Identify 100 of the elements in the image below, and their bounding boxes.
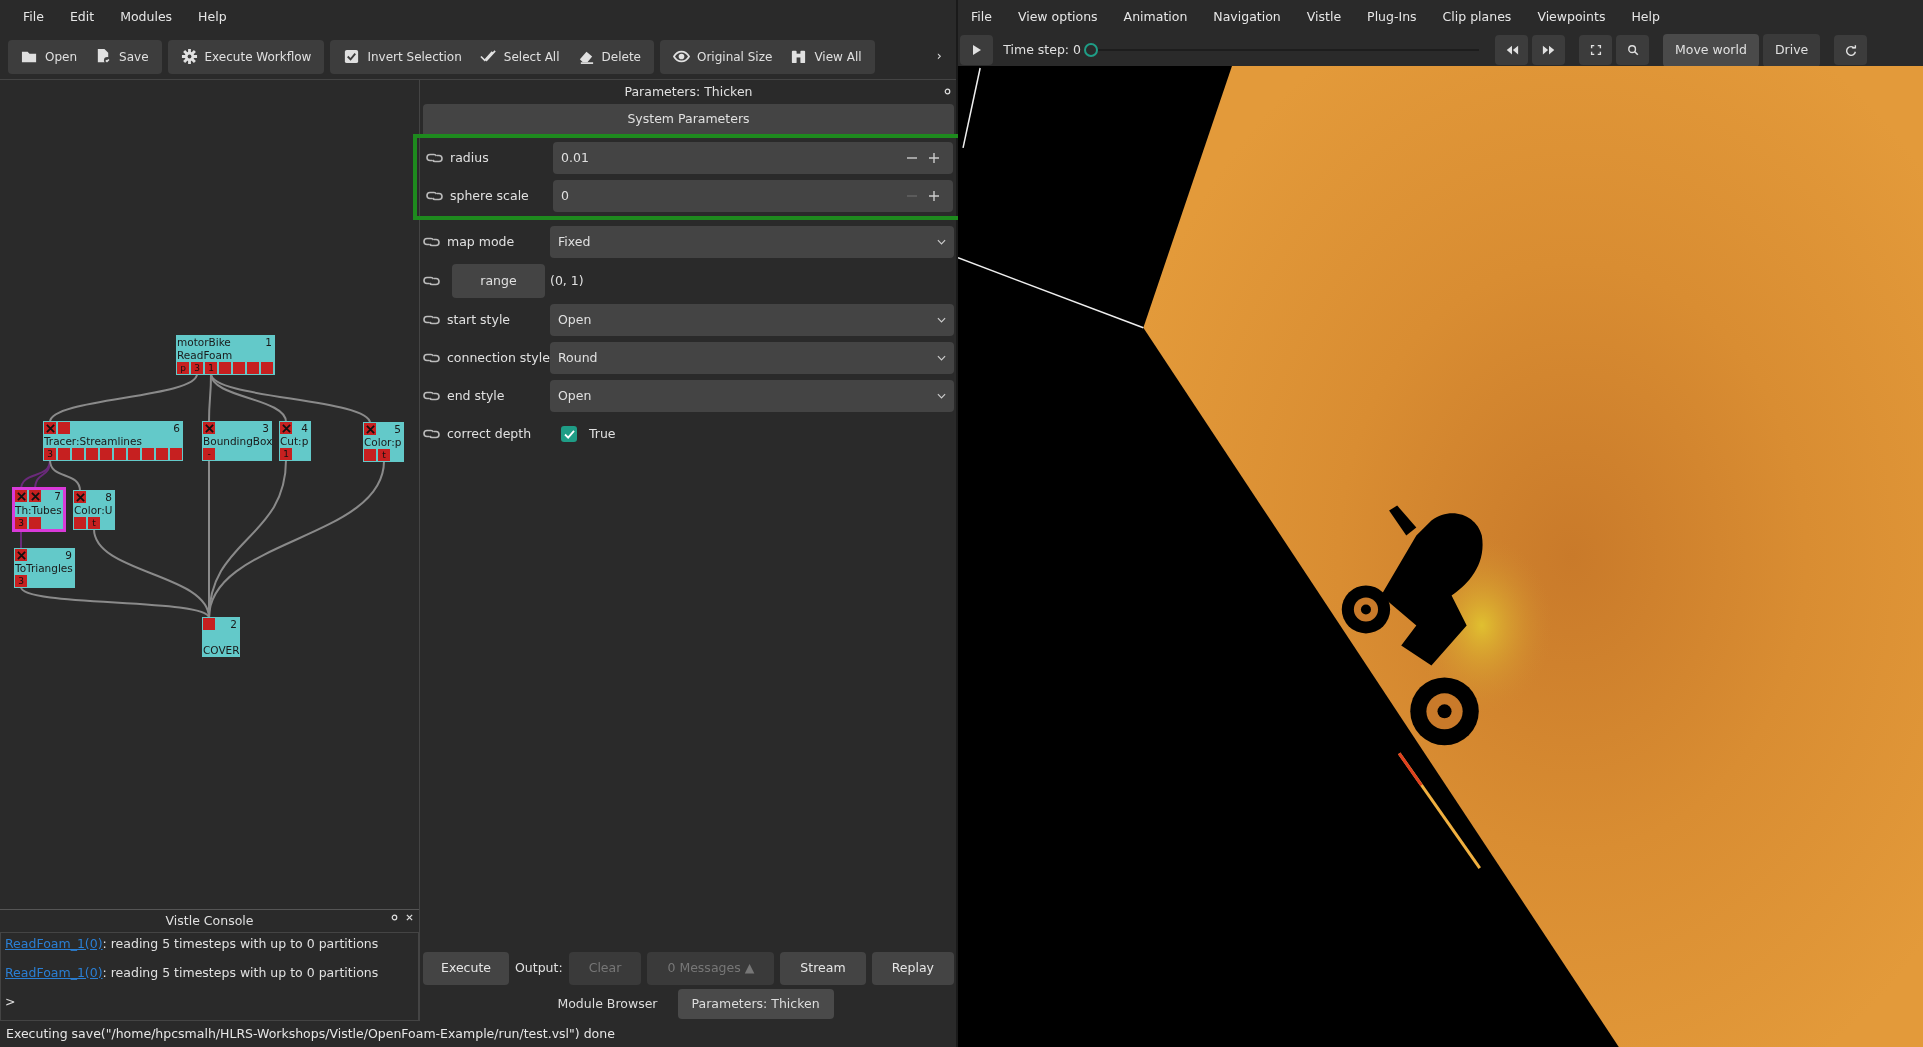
console-line: ReadFoam_1(0): reading 5 timesteps with up to 0 partitions bbox=[5, 935, 380, 953]
menu-item[interactable]: Vistle bbox=[1293, 3, 1355, 31]
node-number: 5 bbox=[394, 423, 402, 435]
output-button[interactable]: Stream bbox=[780, 952, 866, 985]
float-icon[interactable] bbox=[391, 914, 398, 921]
module-link[interactable]: ReadFoam_1(0) bbox=[5, 964, 103, 980]
spin-box[interactable]: 0.01 bbox=[553, 142, 953, 174]
module-node[interactable]: 6 Tracer:Streamlines 3 bbox=[43, 421, 183, 461]
caret-icon bbox=[937, 355, 946, 361]
tab[interactable]: Parameters: Thicken bbox=[677, 989, 834, 1019]
menu-item[interactable]: Navigation bbox=[1200, 3, 1294, 31]
mode-button[interactable]: Move world bbox=[1663, 33, 1759, 67]
node-number: 9 bbox=[65, 549, 73, 561]
menu-item[interactable]: File bbox=[958, 3, 1005, 31]
menu-item[interactable]: Help bbox=[1618, 3, 1673, 31]
module-node[interactable]: 8 Color:U t bbox=[73, 490, 115, 530]
toolbar-button[interactable]: Original Size bbox=[664, 43, 782, 70]
play-button[interactable] bbox=[960, 35, 993, 65]
node-title: Color:p bbox=[364, 436, 403, 448]
number-input[interactable]: 0 bbox=[561, 186, 901, 206]
link-icon[interactable] bbox=[423, 275, 440, 287]
section-button[interactable]: System Parameters bbox=[423, 104, 954, 134]
mode-button[interactable]: Drive bbox=[1762, 33, 1821, 67]
range-value: (0, 1) bbox=[550, 271, 584, 290]
link-icon[interactable] bbox=[423, 390, 440, 402]
module-node[interactable]: 7 Th:Tubes 3 bbox=[14, 489, 64, 530]
input-port[interactable] bbox=[15, 549, 27, 561]
module-node[interactable]: 4 Cut:p 1 bbox=[279, 421, 311, 461]
input-port[interactable] bbox=[44, 422, 56, 434]
link-icon[interactable] bbox=[426, 190, 443, 202]
search-icon bbox=[1625, 44, 1640, 56]
dropdown[interactable]: Fixed bbox=[550, 226, 954, 258]
timestep-slider-thumb[interactable] bbox=[1084, 43, 1098, 57]
menu-item[interactable]: Viewpoints bbox=[1524, 3, 1619, 31]
parameter-label: start style bbox=[446, 310, 512, 329]
parameter-label: sphere scale bbox=[449, 186, 530, 205]
toolbar-button[interactable]: Delete bbox=[568, 43, 650, 70]
cross-icon bbox=[45, 423, 55, 433]
link-icon[interactable] bbox=[423, 352, 440, 364]
input-port[interactable] bbox=[280, 422, 292, 434]
node-number: 2 bbox=[230, 618, 238, 630]
menu-item[interactable]: Clip planes bbox=[1429, 3, 1525, 31]
toolbar-button[interactable]: Invert Selection bbox=[334, 43, 471, 70]
menu-item[interactable]: Modules bbox=[107, 3, 186, 31]
module-node[interactable]: 5 Color:p t bbox=[363, 422, 404, 462]
input-port[interactable] bbox=[58, 422, 70, 434]
toolbar-button[interactable]: Select All bbox=[470, 43, 569, 70]
menu-item[interactable]: Help bbox=[185, 3, 240, 31]
spin-box[interactable]: 0 bbox=[553, 180, 953, 212]
menu-item[interactable]: Animation bbox=[1110, 3, 1201, 31]
link-icon[interactable] bbox=[423, 314, 440, 326]
input-port[interactable] bbox=[29, 490, 41, 502]
execute-button[interactable]: Execute bbox=[423, 952, 509, 985]
link-icon[interactable] bbox=[426, 152, 443, 164]
node-title: motorBike bbox=[177, 336, 231, 348]
input-port[interactable] bbox=[15, 490, 27, 502]
menu-item[interactable]: Edit bbox=[56, 3, 108, 31]
dropdown[interactable]: Open bbox=[550, 380, 954, 412]
rewind-button[interactable] bbox=[1495, 35, 1528, 65]
link-icon[interactable] bbox=[423, 428, 440, 440]
play-icon bbox=[971, 44, 982, 56]
toolbar-button[interactable]: Execute Workflow bbox=[171, 43, 321, 70]
tab[interactable]: Module Browser bbox=[543, 989, 672, 1019]
search-button[interactable] bbox=[1616, 35, 1649, 65]
link-icon[interactable] bbox=[423, 236, 440, 248]
number-input[interactable]: 0.01 bbox=[561, 148, 901, 168]
parameter-label: map mode bbox=[446, 232, 516, 251]
close-icon[interactable] bbox=[406, 914, 413, 921]
cross-icon bbox=[16, 491, 26, 501]
toolbar-button[interactable]: Save bbox=[86, 43, 158, 70]
menu-item[interactable]: View options bbox=[1004, 3, 1111, 31]
menu-item[interactable]: Plug-Ins bbox=[1354, 3, 1430, 31]
check-icon bbox=[563, 429, 575, 439]
overflow-button[interactable]: › bbox=[936, 47, 942, 66]
dropdown[interactable]: Round bbox=[550, 342, 954, 374]
input-port[interactable] bbox=[203, 618, 215, 630]
toolbar-button[interactable]: View All bbox=[781, 43, 871, 70]
plus-icon bbox=[929, 153, 939, 163]
toolbar-button[interactable]: Open bbox=[12, 43, 87, 70]
range-button[interactable]: range bbox=[452, 264, 545, 298]
input-port[interactable] bbox=[74, 491, 86, 503]
output-button[interactable]: Replay bbox=[871, 952, 954, 985]
dropdown[interactable]: Open bbox=[550, 304, 954, 336]
module-link[interactable]: ReadFoam_1(0) bbox=[5, 936, 103, 951]
console-prompt[interactable]: > bbox=[5, 992, 414, 1012]
input-port[interactable] bbox=[364, 423, 376, 435]
caret-icon bbox=[937, 393, 946, 399]
module-node[interactable]: 2 COVER bbox=[202, 617, 240, 657]
menu-item[interactable]: File bbox=[10, 3, 57, 31]
module-node[interactable]: 3 BoundingBox - bbox=[202, 421, 272, 461]
fullscreen-button[interactable] bbox=[1579, 35, 1612, 65]
module-node[interactable]: 9 ToTriangles 3 bbox=[14, 548, 75, 588]
status-bar-text: Executing save("/home/hpcsmalh/HLRS-Workshops/Vistle/OpenFoam-Example/run/test.vsl") done bbox=[5, 1025, 616, 1043]
reload-button[interactable] bbox=[1834, 35, 1868, 65]
float-icon[interactable] bbox=[944, 88, 951, 95]
input-port[interactable] bbox=[203, 422, 215, 434]
forward-button[interactable] bbox=[1532, 35, 1565, 65]
checkbox[interactable] bbox=[561, 426, 577, 442]
output-label: Output: bbox=[515, 959, 563, 978]
node-title: ReadFoam bbox=[177, 349, 234, 361]
